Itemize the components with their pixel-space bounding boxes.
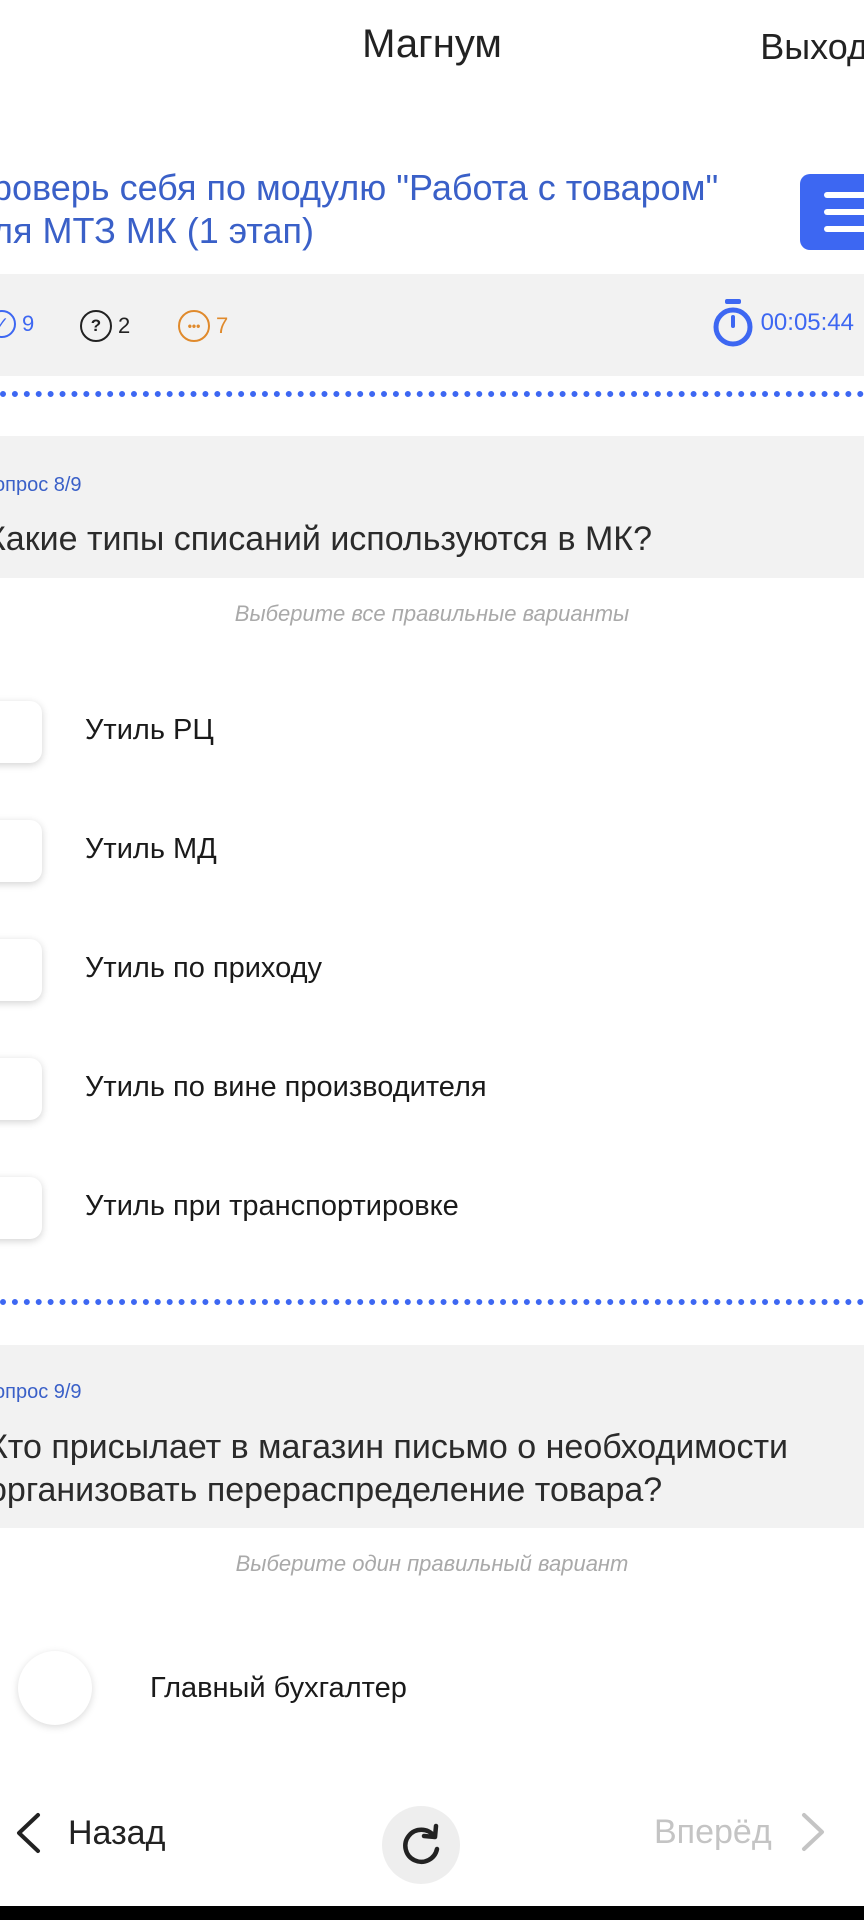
option-row[interactable]: Утиль по вине производителя	[0, 1047, 864, 1127]
option-label: Утиль РЦ	[85, 713, 214, 746]
question-header: опрос 9/9 Кто присылает в магазин письмо…	[0, 1345, 864, 1528]
question-text: Кто присылает в магазин письмо о необход…	[0, 1426, 848, 1512]
option-row[interactable]: Утиль по приходу	[0, 928, 864, 1008]
forward-label: Вперёд	[654, 1812, 772, 1851]
question-hint: Выберите все правильные варианты	[234, 601, 630, 626]
refresh-button[interactable]	[382, 1806, 460, 1884]
option-checkbox[interactable]	[0, 1177, 42, 1239]
option-checkbox[interactable]	[0, 1058, 42, 1120]
test-title-line1: роверь себя по модулю "Работа с товаром"	[0, 167, 719, 208]
stopwatch-icon	[713, 299, 753, 347]
stats-bar: ✓ 9 ? 2 ••• 7 00:05:44	[0, 274, 864, 376]
unanswered-count: 2	[118, 313, 131, 338]
refresh-icon	[403, 1823, 440, 1865]
option-label: Утиль МД	[85, 832, 217, 865]
chevron-right-icon	[801, 1813, 824, 1851]
option-row[interactable]: Утиль РЦ	[0, 690, 864, 770]
app-title: Магнум	[362, 22, 502, 66]
option-label: Утиль при транспортировке	[85, 1189, 459, 1222]
test-title: роверь себя по модулю "Работа с товаром"…	[0, 166, 772, 252]
skipped-stat: ••• 7	[178, 310, 228, 342]
question-text-line1: Кто присылает в магазин письмо о необход…	[0, 1428, 789, 1466]
question-text-line2: организовать перераспределение товара?	[0, 1471, 663, 1509]
question-text: Какие типы списаний используются в МК?	[0, 520, 652, 558]
check-circle-icon: ✓	[0, 310, 16, 338]
chevron-left-icon	[17, 1813, 40, 1853]
option-checkbox[interactable]	[0, 939, 42, 1001]
answered-count: 9	[22, 311, 35, 336]
option-row[interactable]: Главный бухгалтер	[0, 1648, 864, 1728]
timer-value: 00:05:44	[760, 309, 854, 336]
answered-stat: ✓ 9	[0, 310, 34, 338]
skipped-count: 7	[216, 313, 229, 338]
forward-button[interactable]: Вперёд	[654, 1812, 826, 1852]
option-checkbox[interactable]	[0, 701, 42, 763]
divider	[0, 1299, 864, 1305]
question-header: опрос 8/9 Какие типы списаний используют…	[0, 436, 864, 578]
back-label: Назад	[68, 1813, 166, 1852]
exit-button[interactable]: Выход	[760, 26, 864, 68]
option-radio[interactable]	[18, 1651, 92, 1725]
question-number: опрос 8/9	[0, 474, 82, 496]
option-checkbox[interactable]	[0, 820, 42, 882]
system-bar	[0, 1906, 864, 1920]
option-label: Утиль по приходу	[85, 951, 322, 984]
option-row[interactable]: Утиль МД	[0, 809, 864, 889]
option-label: Главный бухгалтер	[150, 1671, 407, 1704]
dots-circle-icon: •••	[178, 310, 210, 342]
question-circle-icon: ?	[80, 310, 112, 342]
test-title-line2: ля МТЗ МК (1 этап)	[0, 210, 314, 251]
divider	[0, 391, 864, 397]
question-hint: Выберите один правильный вариант	[235, 1551, 629, 1576]
unanswered-stat: ? 2	[80, 310, 130, 342]
option-label: Утиль по вине производителя	[85, 1070, 487, 1103]
menu-button[interactable]	[800, 174, 864, 250]
back-button[interactable]: Назад	[14, 1812, 165, 1854]
question-number: опрос 9/9	[0, 1381, 82, 1403]
timer: 00:05:44	[711, 298, 854, 348]
option-row[interactable]: Утиль при транспортировке	[0, 1166, 864, 1246]
